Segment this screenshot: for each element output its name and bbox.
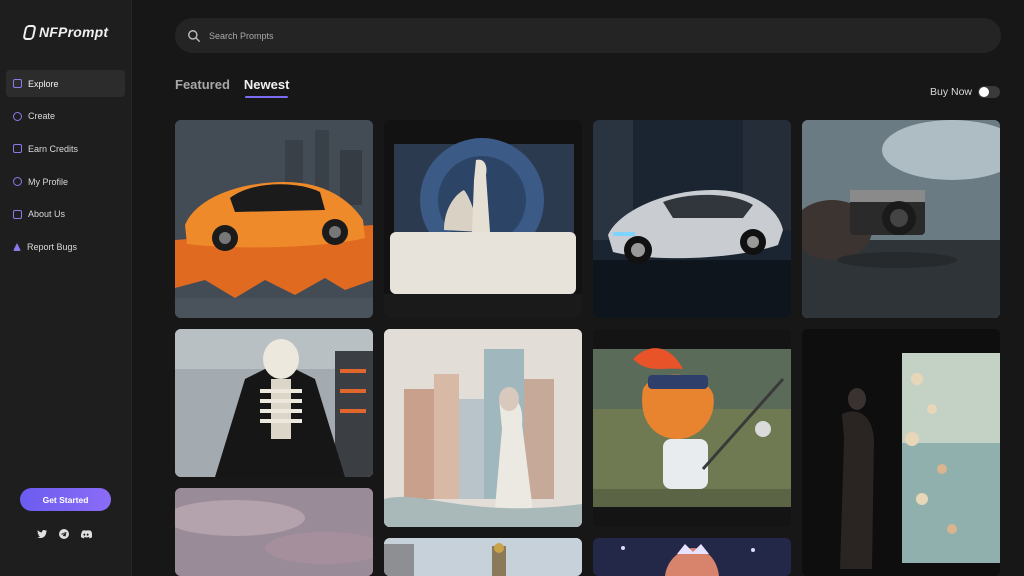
logo-text: NFPrompt <box>39 24 109 40</box>
bedroom-image <box>384 120 582 318</box>
gallery-card-cartoon-fox[interactable] <box>593 329 791 527</box>
fox-image <box>593 329 791 527</box>
anime-girl-image <box>593 538 791 576</box>
gallery-card-watercolor-city[interactable] <box>384 329 582 527</box>
concept-car-image <box>593 120 791 318</box>
sidebar-item-earn-credits[interactable]: Earn Credits <box>6 135 125 162</box>
home-icon <box>13 144 22 154</box>
compass-icon <box>13 79 22 88</box>
sidebar-item-label: Report Bugs <box>27 241 78 252</box>
sidebar-item-label: Create <box>28 111 56 122</box>
logo[interactable]: NFPrompt <box>22 24 109 40</box>
buy-now-label: Buy Now <box>929 86 972 98</box>
gallery-card-cathedral[interactable] <box>384 538 582 576</box>
search-bar[interactable] <box>175 18 1001 53</box>
gallery-card-skeleton-cape[interactable] <box>175 329 373 477</box>
sidebar: NFPrompt Explore Create Earn Credits My … <box>0 0 132 576</box>
warning-icon <box>13 242 21 251</box>
sidebar-item-label: My Profile <box>28 176 69 187</box>
logo-icon <box>22 24 37 40</box>
gallery-card-pink-sky[interactable] <box>175 488 373 576</box>
gallery-card-anime-girl[interactable] <box>593 538 791 576</box>
sidebar-item-about-us[interactable]: About Us <box>6 201 125 228</box>
sky-image <box>175 488 373 576</box>
gallery-card-bedroom-silhouettes[interactable] <box>384 120 582 318</box>
skeleton-image <box>175 329 373 477</box>
search-icon <box>188 29 200 42</box>
sidebar-item-report-bugs[interactable]: Report Bugs <box>6 233 125 260</box>
app-root: NFPrompt Explore Create Earn Credits My … <box>0 0 1024 576</box>
sidebar-item-label: About Us <box>28 209 66 220</box>
twitter-icon[interactable] <box>36 528 48 540</box>
gallery-card-orange-sports-car[interactable] <box>175 120 373 318</box>
gallery-card-woman-window[interactable] <box>802 329 1000 576</box>
gallery-card-silver-concept-car[interactable] <box>593 120 791 318</box>
tab-newest[interactable]: Newest <box>244 77 289 98</box>
tab-featured[interactable]: Featured <box>175 77 230 98</box>
car-image <box>175 120 373 318</box>
watercolor-image <box>384 329 582 527</box>
gallery-card-vintage-camera[interactable] <box>802 120 1000 318</box>
window-image <box>802 329 1000 576</box>
buy-now-toggle[interactable] <box>978 86 1000 98</box>
info-icon <box>13 209 22 219</box>
social-links <box>36 528 92 540</box>
shield-icon <box>13 111 22 121</box>
sidebar-item-my-profile[interactable]: My Profile <box>6 168 125 195</box>
user-icon <box>13 177 22 187</box>
sidebar-nav: Explore Create Earn Credits My Profile A… <box>6 70 125 266</box>
camera-image <box>802 120 1000 318</box>
telegram-icon[interactable] <box>58 528 70 540</box>
cathedral-image <box>384 538 582 576</box>
sidebar-item-label: Earn Credits <box>28 143 79 154</box>
sidebar-item-explore[interactable]: Explore <box>6 70 125 97</box>
sidebar-item-label: Explore <box>28 78 59 89</box>
feed-tabs: Featured Newest <box>175 77 289 98</box>
buy-now-filter: Buy Now <box>930 86 1000 98</box>
get-started-button[interactable]: Get Started <box>20 488 111 511</box>
discord-icon[interactable] <box>80 528 92 540</box>
sidebar-item-create[interactable]: Create <box>6 103 125 130</box>
search-input[interactable] <box>209 30 969 41</box>
